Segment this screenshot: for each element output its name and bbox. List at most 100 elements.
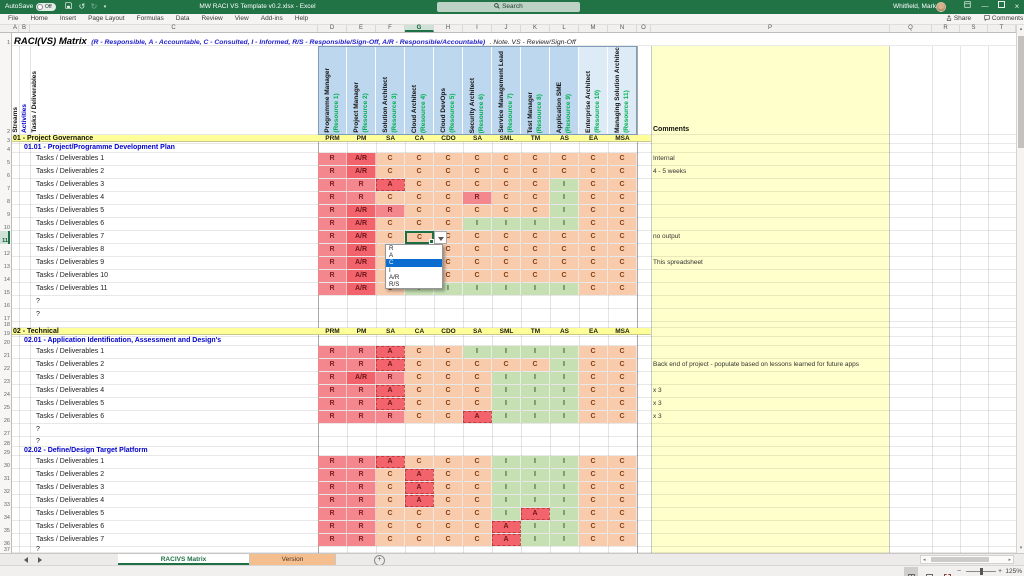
ribbon-tab-insert[interactable]: Insert <box>54 14 82 24</box>
sheet-nav-right-icon[interactable] <box>38 557 42 563</box>
cell-I14[interactable]: C <box>463 270 492 282</box>
cell-E7[interactable]: R <box>347 179 376 191</box>
cell-C5[interactable]: Tasks / Deliverables 1 <box>36 153 104 165</box>
cell-G22[interactable]: C <box>405 359 434 371</box>
cell-I23[interactable]: C <box>463 372 492 384</box>
row-header-12[interactable]: 12 <box>0 244 10 257</box>
cell-K6[interactable]: C <box>521 166 550 178</box>
cell-D23[interactable]: R <box>318 372 347 384</box>
cell-N11[interactable]: C <box>608 231 637 243</box>
cell-H6[interactable]: C <box>434 166 463 178</box>
save-icon[interactable] <box>62 0 74 14</box>
cell-M2-resource[interactable]: Enterprise Architect(Resource 10) <box>579 46 608 135</box>
cell-F34[interactable]: C <box>376 508 405 520</box>
cell-L32[interactable]: I <box>550 482 579 494</box>
cell-P13[interactable]: This spreadsheet <box>653 257 889 269</box>
row-header-23[interactable]: 23 <box>0 372 10 385</box>
cell-I34[interactable]: C <box>463 508 492 520</box>
cell-C36[interactable]: Tasks / Deliverables 7 <box>36 534 104 546</box>
cell-G31[interactable]: A <box>405 469 434 481</box>
cell-J3[interactable]: SML <box>492 135 521 142</box>
cell-C24[interactable]: Tasks / Deliverables 4 <box>36 385 104 397</box>
row-header-29[interactable]: 29 <box>0 447 10 456</box>
cell-E5[interactable]: A/R <box>347 153 376 165</box>
cell-I6[interactable]: C <box>463 166 492 178</box>
cell-C32[interactable]: Tasks / Deliverables 3 <box>36 482 104 494</box>
row-header-35[interactable]: 35 <box>0 521 10 534</box>
cell-M12[interactable]: C <box>579 244 608 256</box>
cell-J25[interactable]: I <box>492 398 521 410</box>
cell-G19[interactable]: CA <box>405 328 434 335</box>
cell-C15[interactable]: Tasks / Deliverables 11 <box>36 283 107 295</box>
cell-K2-resource[interactable]: Test Manager(Resource 8) <box>521 46 550 135</box>
redo-icon[interactable]: ↻ <box>88 0 100 14</box>
column-header-M[interactable]: M <box>579 25 608 32</box>
cell-N9[interactable]: C <box>608 205 637 217</box>
column-header-A[interactable]: A <box>12 25 19 32</box>
cell-C25[interactable]: Tasks / Deliverables 5 <box>36 398 104 410</box>
cell-I2-resource[interactable]: Security Architect(Resource 6) <box>463 46 492 135</box>
cell-K23[interactable]: I <box>521 372 550 384</box>
row-header-7[interactable]: 7 <box>0 179 10 192</box>
cell-N21[interactable]: C <box>608 346 637 358</box>
column-header-I[interactable]: I <box>463 25 492 32</box>
cell-F5[interactable]: C <box>376 153 405 165</box>
cell-H19[interactable]: CDO <box>434 328 463 335</box>
cell-N13[interactable]: C <box>608 257 637 269</box>
cell-M23[interactable]: C <box>579 372 608 384</box>
cell-B4[interactable]: 01.01 - Project/Programme Development Pl… <box>24 144 175 152</box>
cell-M33[interactable]: C <box>579 495 608 507</box>
cell-C11[interactable]: Tasks / Deliverables 7 <box>36 231 104 243</box>
column-header-S[interactable]: S <box>960 25 988 32</box>
avatar[interactable] <box>936 2 946 12</box>
cell-I13[interactable]: C <box>463 257 492 269</box>
cell-A19[interactable]: 02 - Technical <box>13 328 59 336</box>
cell-C16[interactable]: ? <box>36 296 40 308</box>
comments-column-header[interactable]: Comments <box>653 126 689 133</box>
cell-P5[interactable]: Internal <box>653 153 889 165</box>
dropdown-item-c[interactable]: C <box>386 259 442 266</box>
cell-A1-title[interactable]: RACI(VS) Matrix (R - Responsible, A - Ac… <box>14 33 576 46</box>
autosave-toggle[interactable]: Off <box>36 3 56 11</box>
ribbon-tab-page-layout[interactable]: Page Layout <box>82 14 131 24</box>
cell-D3[interactable]: PRM <box>318 135 347 142</box>
cell-D12[interactable]: R <box>318 244 347 256</box>
cell-L12[interactable]: C <box>550 244 579 256</box>
column-header-F[interactable]: F <box>376 25 405 32</box>
cell-D21[interactable]: R <box>318 346 347 358</box>
cell-H32[interactable]: C <box>434 482 463 494</box>
cell-N6[interactable]: C <box>608 166 637 178</box>
cell-I8[interactable]: R <box>463 192 492 204</box>
cell-I31[interactable]: C <box>463 469 492 481</box>
cell-E22[interactable]: R <box>347 359 376 371</box>
cell-P24[interactable]: x 3 <box>653 385 889 397</box>
cell-B20[interactable]: 02.01 - Application Identification, Asse… <box>24 337 221 345</box>
row-header-11[interactable]: 11 <box>0 231 10 244</box>
cell-I5[interactable]: C <box>463 153 492 165</box>
cell-K21[interactable]: I <box>521 346 550 358</box>
ribbon-display-options-icon[interactable] <box>960 0 974 14</box>
page-layout-view-button[interactable] <box>922 567 936 576</box>
row-header-15[interactable]: 15 <box>0 283 10 296</box>
ribbon-tab-view[interactable]: View <box>229 14 255 24</box>
scroll-right-icon[interactable]: ▸ <box>1008 557 1011 563</box>
cell-C30[interactable]: Tasks / Deliverables 1 <box>36 456 104 468</box>
scroll-up-icon[interactable]: ▴ <box>1017 25 1024 34</box>
cell-K10[interactable]: I <box>521 218 550 230</box>
cell-E34[interactable]: R <box>347 508 376 520</box>
cell-L13[interactable]: C <box>550 257 579 269</box>
cell-N14[interactable]: C <box>608 270 637 282</box>
cell-J12[interactable]: C <box>492 244 521 256</box>
zoom-slider[interactable] <box>966 571 996 572</box>
cell-K33[interactable]: I <box>521 495 550 507</box>
cell-K15[interactable]: I <box>521 283 550 295</box>
cell-H2-resource[interactable]: Cloud DevOps(Resource 5) <box>434 46 463 135</box>
cell-L35[interactable]: I <box>550 521 579 533</box>
cell-E36[interactable]: R <box>347 534 376 546</box>
ribbon-tab-home[interactable]: Home <box>24 14 53 24</box>
cell-D10[interactable]: R <box>318 218 347 230</box>
cell-J9[interactable]: C <box>492 205 521 217</box>
cell-H8[interactable]: C <box>434 192 463 204</box>
row-header-8[interactable]: 8 <box>0 192 10 205</box>
cell-J30[interactable]: I <box>492 456 521 468</box>
